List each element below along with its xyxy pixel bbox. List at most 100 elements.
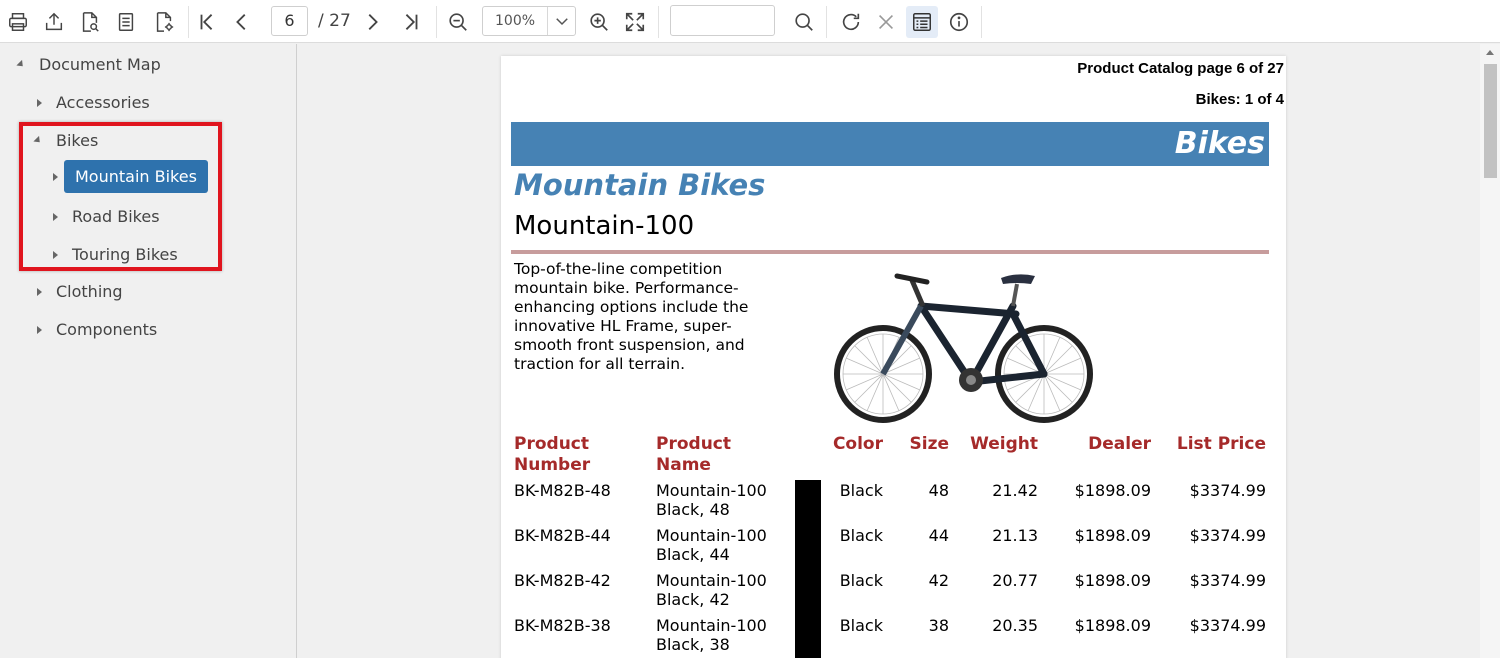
- page-setup-button[interactable]: [148, 6, 180, 38]
- cell-weight: 21.13: [992, 526, 1038, 545]
- chevron-down-icon[interactable]: [553, 12, 571, 30]
- zoom-in-button[interactable]: [583, 6, 615, 38]
- vertical-scrollbar[interactable]: [1480, 44, 1500, 658]
- tree-item-components[interactable]: Components: [37, 320, 157, 339]
- report-viewer-app: 6 / 27 100% Document Map Accessories Bik…: [0, 0, 1500, 658]
- highlight-annotation: [19, 122, 222, 271]
- cell-name: Mountain-100 Black, 42: [656, 571, 767, 609]
- cell-number: BK-M82B-48: [514, 481, 611, 500]
- category-band: Bikes: [511, 122, 1269, 166]
- cancel-button[interactable]: [870, 6, 902, 38]
- cell-weight: 21.42: [992, 481, 1038, 500]
- zoom-out-button[interactable]: [442, 6, 474, 38]
- close-icon: [878, 14, 894, 30]
- color-swatch: [795, 480, 821, 658]
- band-title: Bikes: [1174, 126, 1265, 161]
- cell-dealer: $1898.09: [1074, 481, 1151, 500]
- chevron-right-icon: [368, 14, 378, 30]
- tree-label: Document Map: [39, 55, 161, 74]
- col-header-color: Color: [832, 434, 883, 454]
- document-map-toggle[interactable]: [906, 6, 938, 38]
- caret-down-icon[interactable]: [16, 59, 26, 70]
- cell-list-price: $3374.99: [1189, 571, 1266, 590]
- caret-right-icon[interactable]: [37, 325, 42, 334]
- cell-color: Black: [839, 616, 883, 635]
- zoom-select[interactable]: 100%: [482, 6, 576, 36]
- bike-image: [834, 273, 1093, 423]
- divider: [511, 250, 1269, 254]
- cell-size: 48: [928, 481, 949, 500]
- cell-weight: 20.77: [992, 571, 1038, 590]
- search-button[interactable]: [788, 6, 820, 38]
- cell-list-price: $3374.99: [1189, 526, 1266, 545]
- toolbar-separator: [658, 6, 659, 38]
- cell-name-line: Black, 42: [656, 590, 730, 609]
- zoom-divider: [547, 7, 548, 35]
- page-number-input[interactable]: 6: [271, 6, 308, 36]
- cell-size: 44: [928, 526, 949, 545]
- caret-right-icon[interactable]: [37, 287, 42, 296]
- scroll-up-icon[interactable]: [1486, 50, 1494, 55]
- tree-root-document-map[interactable]: Document Map: [16, 55, 161, 74]
- toolbar-separator: [826, 6, 827, 38]
- zoom-out-icon: [449, 13, 467, 31]
- cell-dealer: $1898.09: [1074, 526, 1151, 545]
- cell-name-line: Black, 48: [656, 500, 730, 519]
- last-page-icon: [405, 14, 418, 30]
- tree-item-accessories[interactable]: Accessories: [37, 93, 150, 112]
- col-header-list-price: List Price: [1176, 434, 1266, 454]
- cell-name-line: Mountain-100: [656, 481, 767, 500]
- cell-size: 38: [928, 616, 949, 635]
- cell-name-line: Mountain-100: [656, 571, 767, 590]
- cell-dealer: $1898.09: [1074, 571, 1151, 590]
- document-settings-icon: [156, 12, 174, 32]
- zoom-in-icon: [590, 13, 608, 31]
- cell-weight: 20.35: [992, 616, 1038, 635]
- first-page-button[interactable]: [191, 6, 223, 38]
- scroll-thumb[interactable]: [1484, 64, 1497, 178]
- col-header-product-name: Product Name: [656, 434, 731, 476]
- toolbar-separator: [981, 6, 982, 38]
- cell-name-line: Black, 38: [656, 635, 730, 654]
- page-header-title: Product Catalog page 6 of 27: [1077, 60, 1284, 77]
- print-layout-button[interactable]: [110, 6, 142, 38]
- search-input[interactable]: [670, 5, 775, 36]
- last-page-button[interactable]: [395, 6, 427, 38]
- refresh-icon: [842, 13, 860, 31]
- info-icon: [949, 12, 969, 32]
- cell-color: Black: [839, 481, 883, 500]
- toolbar: 6 / 27 100%: [0, 0, 1500, 43]
- first-page-icon: [200, 14, 213, 30]
- tree-label: Accessories: [56, 93, 150, 112]
- cell-name: Mountain-100 Black, 44: [656, 526, 767, 564]
- search-document-button[interactable]: [74, 6, 106, 38]
- cell-name-line: Mountain-100: [656, 526, 767, 545]
- export-button[interactable]: [38, 6, 70, 38]
- cell-list-price: $3374.99: [1189, 481, 1266, 500]
- cell-name: Mountain-100 Black, 48: [656, 481, 767, 519]
- previous-page-button[interactable]: [226, 6, 258, 38]
- col-header-size: Size: [909, 434, 950, 454]
- next-page-button[interactable]: [356, 6, 388, 38]
- cell-color: Black: [839, 571, 883, 590]
- col-header-line: Name: [656, 455, 711, 475]
- refresh-button[interactable]: [835, 6, 867, 38]
- col-header-weight: Weight: [970, 434, 1038, 454]
- zoom-value: 100%: [495, 13, 536, 29]
- export-icon: [45, 12, 63, 31]
- caret-right-icon[interactable]: [37, 98, 42, 107]
- cell-size: 42: [928, 571, 949, 590]
- product-description: Top-of-the-line competition mountain bik…: [514, 260, 749, 373]
- search-icon: [795, 13, 813, 31]
- col-header-line: Product: [656, 434, 731, 454]
- toolbar-separator: [188, 6, 189, 38]
- page-header-subtitle: Bikes: 1 of 4: [1195, 91, 1284, 108]
- info-button[interactable]: [943, 6, 975, 38]
- page-total: / 27: [318, 11, 351, 31]
- tree-item-clothing[interactable]: Clothing: [37, 282, 123, 301]
- print-button[interactable]: [2, 6, 34, 38]
- chevron-left-icon: [236, 14, 246, 30]
- cell-dealer: $1898.09: [1074, 616, 1151, 635]
- fit-page-button[interactable]: [619, 6, 651, 38]
- col-header-product-number: Product Number: [514, 434, 590, 476]
